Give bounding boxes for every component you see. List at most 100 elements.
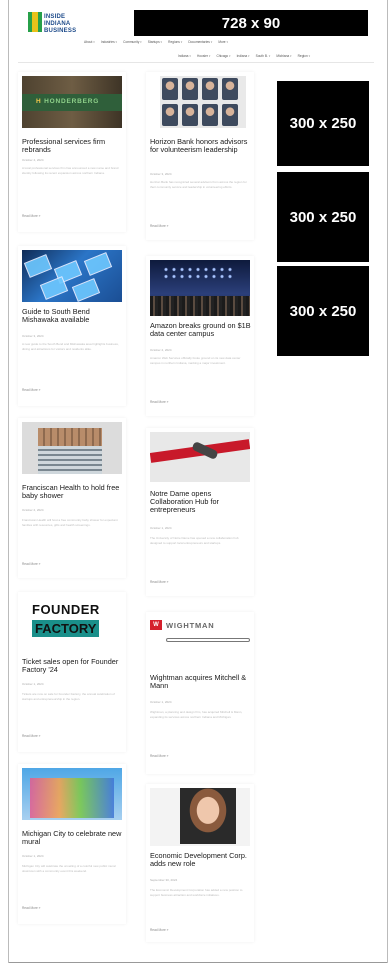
- wightman-logo-image: WIGHTMAN: [166, 621, 215, 630]
- article-title[interactable]: Ticket sales open for Founder Factory '2…: [22, 658, 124, 674]
- article-thumbnail[interactable]: W WIGHTMAN: [150, 616, 250, 662]
- article-date: October 3, 2024: [150, 172, 172, 176]
- tablet-graphic: [23, 254, 53, 278]
- portrait-photo: [182, 104, 198, 126]
- portrait-photo: [222, 78, 238, 100]
- wightman-logo-mark: W: [150, 620, 162, 630]
- read-more-link[interactable]: Read More »: [22, 562, 40, 566]
- read-more-link[interactable]: Read More »: [150, 580, 168, 584]
- article-date: October 4, 2024: [22, 158, 44, 162]
- article-card[interactable]: Notre Dame opens Collaboration Hub for e…: [146, 428, 254, 596]
- article-thumbnail[interactable]: [150, 432, 250, 482]
- nav-item-industries[interactable]: Industries: [101, 40, 117, 44]
- article-thumbnail[interactable]: [150, 788, 250, 846]
- article-excerpt: Wightman, a planning and design firm, ha…: [150, 710, 243, 719]
- article-excerpt: The Economic Development Corporation has…: [150, 888, 243, 897]
- article-title[interactable]: Economic Development Corp. adds new role: [150, 852, 252, 868]
- subnav-item[interactable]: Hoosier: [197, 54, 210, 58]
- primary-nav: About Industries Community Startups Regi…: [84, 40, 228, 44]
- hospital-building-photo: [38, 428, 102, 474]
- mural-photo: [30, 778, 114, 818]
- article-date: October 2, 2024: [22, 508, 44, 512]
- article-excerpt: A local professional services firm has a…: [22, 166, 119, 175]
- sidebar-ad-1[interactable]: 300 x 250: [277, 81, 369, 166]
- article-thumbnail[interactable]: FOUNDER FACTORY: [22, 596, 122, 648]
- subnav-item[interactable]: Chicago: [216, 54, 230, 58]
- secondary-nav: Indiana Hoosier Chicago Indiana South B.…: [178, 54, 310, 58]
- portrait-photo: [162, 104, 178, 126]
- article-thumbnail[interactable]: [150, 260, 250, 316]
- read-more-link[interactable]: Read More »: [22, 906, 40, 910]
- nav-divider: [18, 62, 374, 63]
- article-excerpt: Tickets are now on sale for Founder Fact…: [22, 692, 115, 701]
- article-thumbnail[interactable]: [22, 768, 122, 820]
- read-more-link[interactable]: Read More »: [22, 214, 40, 218]
- article-date: September 30, 2024: [150, 878, 178, 882]
- subnav-item[interactable]: Michiana: [276, 54, 291, 58]
- read-more-link[interactable]: Read More »: [150, 224, 168, 228]
- factory-logo-image: FACTORY: [32, 620, 100, 637]
- read-more-link[interactable]: Read More »: [150, 400, 168, 404]
- headshot-photo: [180, 788, 236, 844]
- nav-item-documentaries[interactable]: Documentaries: [188, 40, 212, 44]
- stage-lights: [162, 266, 232, 280]
- partner-logo-image: [166, 638, 250, 642]
- article-card[interactable]: W WIGHTMAN Wightman acquires Mitchell & …: [146, 612, 254, 774]
- article-thumbnail[interactable]: [22, 250, 122, 302]
- article-thumbnail[interactable]: H HONDERBERG: [22, 76, 122, 128]
- site-logo[interactable]: INSIDE INDIANA BUSINESS: [28, 12, 77, 34]
- article-card[interactable]: Guide to South Bend Mishawaka available …: [18, 246, 126, 406]
- portrait-photo: [182, 78, 198, 100]
- logo-text: INSIDE INDIANA BUSINESS: [44, 14, 77, 34]
- crowd-photo: [150, 296, 250, 316]
- nav-item-startups[interactable]: Startups: [148, 40, 162, 44]
- nav-item-community[interactable]: Community: [123, 40, 142, 44]
- sidebar-ad-2[interactable]: 300 x 250: [277, 172, 369, 262]
- logo-mark: [28, 12, 42, 32]
- brand-logo-image: H HONDERBERG: [36, 98, 100, 105]
- read-more-link[interactable]: Read More »: [150, 928, 168, 932]
- article-title[interactable]: Amazon breaks ground on $1B data center …: [150, 322, 252, 338]
- article-excerpt: Amazon Web Services officially broke gro…: [150, 356, 241, 365]
- article-card[interactable]: Amazon breaks ground on $1B data center …: [146, 256, 254, 416]
- portrait-photo: [222, 104, 238, 126]
- article-title[interactable]: Wightman acquires Mitchell & Mann: [150, 674, 252, 690]
- subnav-item[interactable]: Region: [298, 54, 311, 58]
- article-date: October 3, 2024: [22, 334, 44, 338]
- article-title[interactable]: Guide to South Bend Mishawaka available: [22, 308, 124, 324]
- subnav-item[interactable]: Indiana: [178, 54, 191, 58]
- subnav-item[interactable]: Indiana: [237, 54, 250, 58]
- article-title[interactable]: Michigan City to celebrate new mural: [22, 830, 124, 846]
- portrait-photo: [202, 78, 218, 100]
- article-excerpt: Michigan City will celebrate the unveili…: [22, 864, 116, 873]
- article-title[interactable]: Notre Dame opens Collaboration Hub for e…: [150, 490, 252, 514]
- article-thumbnail[interactable]: [22, 422, 122, 474]
- article-card[interactable]: Franciscan Health to hold free baby show…: [18, 418, 126, 578]
- subnav-item[interactable]: South B.: [256, 54, 271, 58]
- portrait-photo: [162, 78, 178, 100]
- article-card[interactable]: FOUNDER FACTORY Ticket sales open for Fo…: [18, 592, 126, 752]
- article-title[interactable]: Franciscan Health to hold free baby show…: [22, 484, 124, 500]
- read-more-link[interactable]: Read More »: [150, 754, 168, 758]
- portrait-photo: [202, 104, 218, 126]
- tablet-graphic: [39, 276, 69, 300]
- article-excerpt: Franciscan Health will host a free commu…: [22, 518, 118, 527]
- nav-item-about[interactable]: About: [84, 40, 95, 44]
- founder-logo-image: FOUNDER: [32, 602, 100, 617]
- sidebar-ad-3[interactable]: 300 x 250: [277, 266, 369, 356]
- read-more-link[interactable]: Read More »: [22, 734, 40, 738]
- nav-item-more[interactable]: More: [218, 40, 228, 44]
- read-more-link[interactable]: Read More »: [22, 388, 40, 392]
- article-card[interactable]: Michigan City to celebrate new mural Oct…: [18, 764, 126, 924]
- article-card[interactable]: Economic Development Corp. adds new role…: [146, 784, 254, 942]
- article-title[interactable]: Horizon Bank honors advisors for volunte…: [150, 138, 252, 154]
- article-date: October 1, 2024: [22, 682, 44, 686]
- article-thumbnail[interactable]: [160, 76, 246, 128]
- article-title[interactable]: Professional services firm rebrands: [22, 138, 124, 154]
- leaderboard-ad[interactable]: 728 x 90: [134, 10, 368, 36]
- article-card[interactable]: H HONDERBERG Professional services firm …: [18, 72, 126, 232]
- nav-item-regions[interactable]: Regions: [168, 40, 182, 44]
- tablet-graphic: [71, 278, 101, 302]
- article-card[interactable]: Horizon Bank honors advisors for volunte…: [146, 72, 254, 240]
- tablet-graphic: [83, 252, 113, 276]
